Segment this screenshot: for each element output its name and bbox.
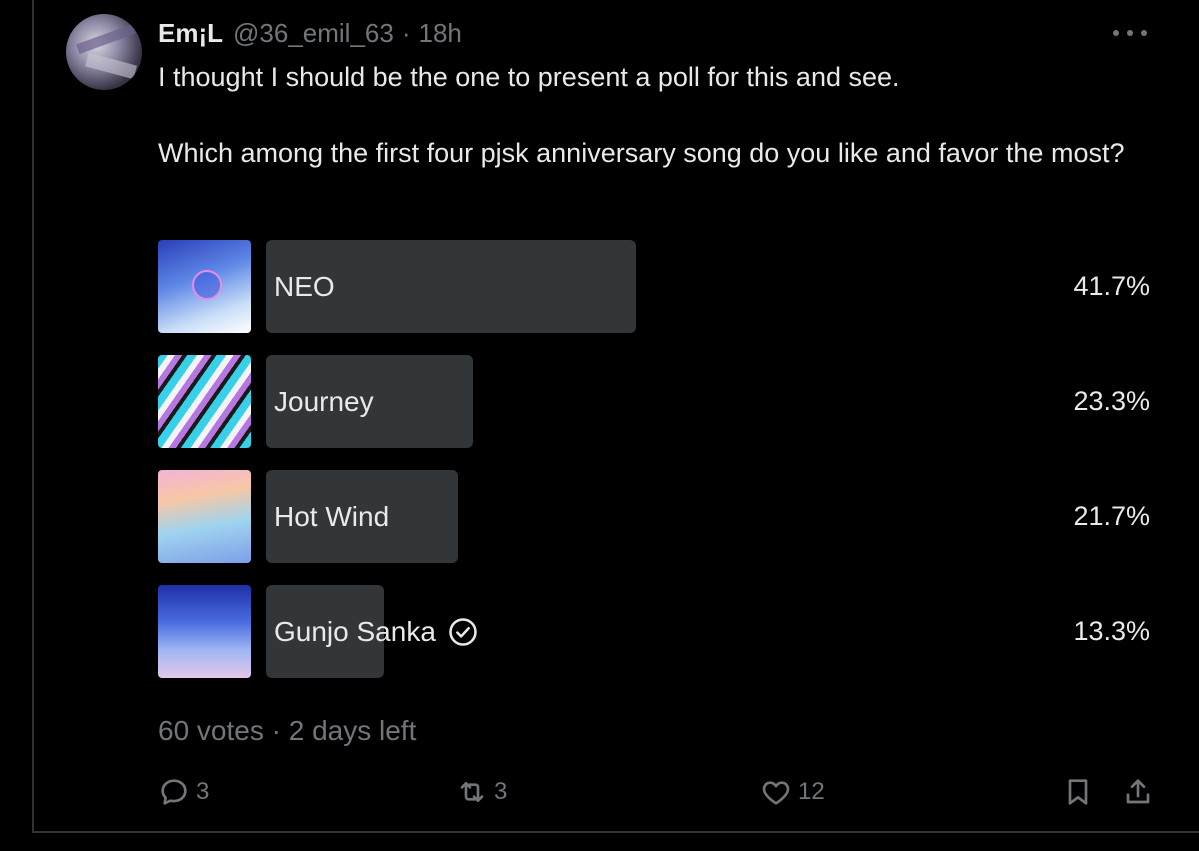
voted-check-icon	[449, 617, 477, 646]
retweet-button[interactable]: 3	[456, 772, 507, 812]
reply-icon	[161, 779, 187, 805]
reply-button[interactable]: 3	[158, 772, 209, 812]
poll-option[interactable]: Hot Wind 21.7%	[158, 470, 1150, 563]
header-separator: ·	[401, 18, 411, 48]
post-text-line: Which among the first four pjsk annivers…	[158, 138, 1125, 168]
share-button[interactable]	[1122, 772, 1154, 812]
like-button[interactable]: 12	[760, 772, 825, 812]
avatar-art-highlight	[85, 52, 137, 80]
poll-option-label: Journey	[274, 355, 374, 448]
poll-option-percent: 41.7%	[1073, 271, 1150, 301]
poll-option-percent: 13.3%	[1073, 616, 1150, 646]
avatar-art	[76, 24, 136, 54]
poll-option-text: Hot Wind	[274, 501, 390, 532]
page: Em¡L @36_emil_63 · 18h I thought I shoul…	[0, 0, 1199, 851]
poll-option-label: NEO	[274, 240, 335, 333]
journey-cover-art	[158, 355, 251, 448]
retweet-icon	[460, 782, 484, 802]
hot-wind-cover-art	[158, 470, 251, 563]
gunjo-sanka-cover-art	[158, 585, 251, 678]
more-dot	[1141, 30, 1147, 36]
heart-icon	[762, 781, 790, 805]
avatar[interactable]	[66, 14, 142, 90]
poll-option[interactable]: Journey 23.3%	[158, 355, 1150, 448]
post-text: I thought I should be the one to present…	[158, 58, 1158, 172]
poll-option[interactable]: Gunjo Sanka 13.3%	[158, 585, 1150, 678]
poll-option-text: Gunjo Sanka	[274, 616, 436, 647]
post-card[interactable]: Em¡L @36_emil_63 · 18h I thought I shoul…	[32, 0, 1199, 833]
retweet-count: 3	[494, 778, 508, 805]
bookmark-icon	[1068, 779, 1088, 805]
poll-option-label: Hot Wind	[274, 470, 389, 563]
post-text-line: I thought I should be the one to present…	[158, 62, 900, 92]
poll-option-text: NEO	[274, 271, 335, 302]
author-handle[interactable]: @36_emil_63	[233, 16, 394, 50]
post-header: Em¡L @36_emil_63 · 18h	[158, 16, 462, 50]
more-options-icon[interactable]	[1113, 18, 1147, 48]
author-name[interactable]: Em¡L	[158, 16, 223, 50]
action-bar: 3 3 12	[158, 772, 1158, 812]
like-count: 12	[798, 778, 825, 805]
share-icon	[1126, 779, 1150, 804]
more-dot	[1127, 30, 1133, 36]
poll: NEO 41.7% Journey 23.3% Hot Wind 21.7% G…	[158, 240, 1150, 700]
poll-summary: 60 votes · 2 days left	[158, 715, 417, 746]
more-dot	[1113, 30, 1119, 36]
poll-option-percent: 21.7%	[1073, 501, 1150, 531]
poll-option[interactable]: NEO 41.7%	[158, 240, 1150, 333]
bookmark-button[interactable]	[1062, 772, 1094, 812]
poll-option-label: Gunjo Sanka	[274, 585, 478, 678]
post-timestamp[interactable]: 18h	[419, 16, 462, 50]
reply-count: 3	[196, 778, 210, 805]
poll-option-percent: 23.3%	[1073, 386, 1150, 416]
neo-cover-art	[158, 240, 251, 333]
poll-option-text: Journey	[274, 386, 374, 417]
